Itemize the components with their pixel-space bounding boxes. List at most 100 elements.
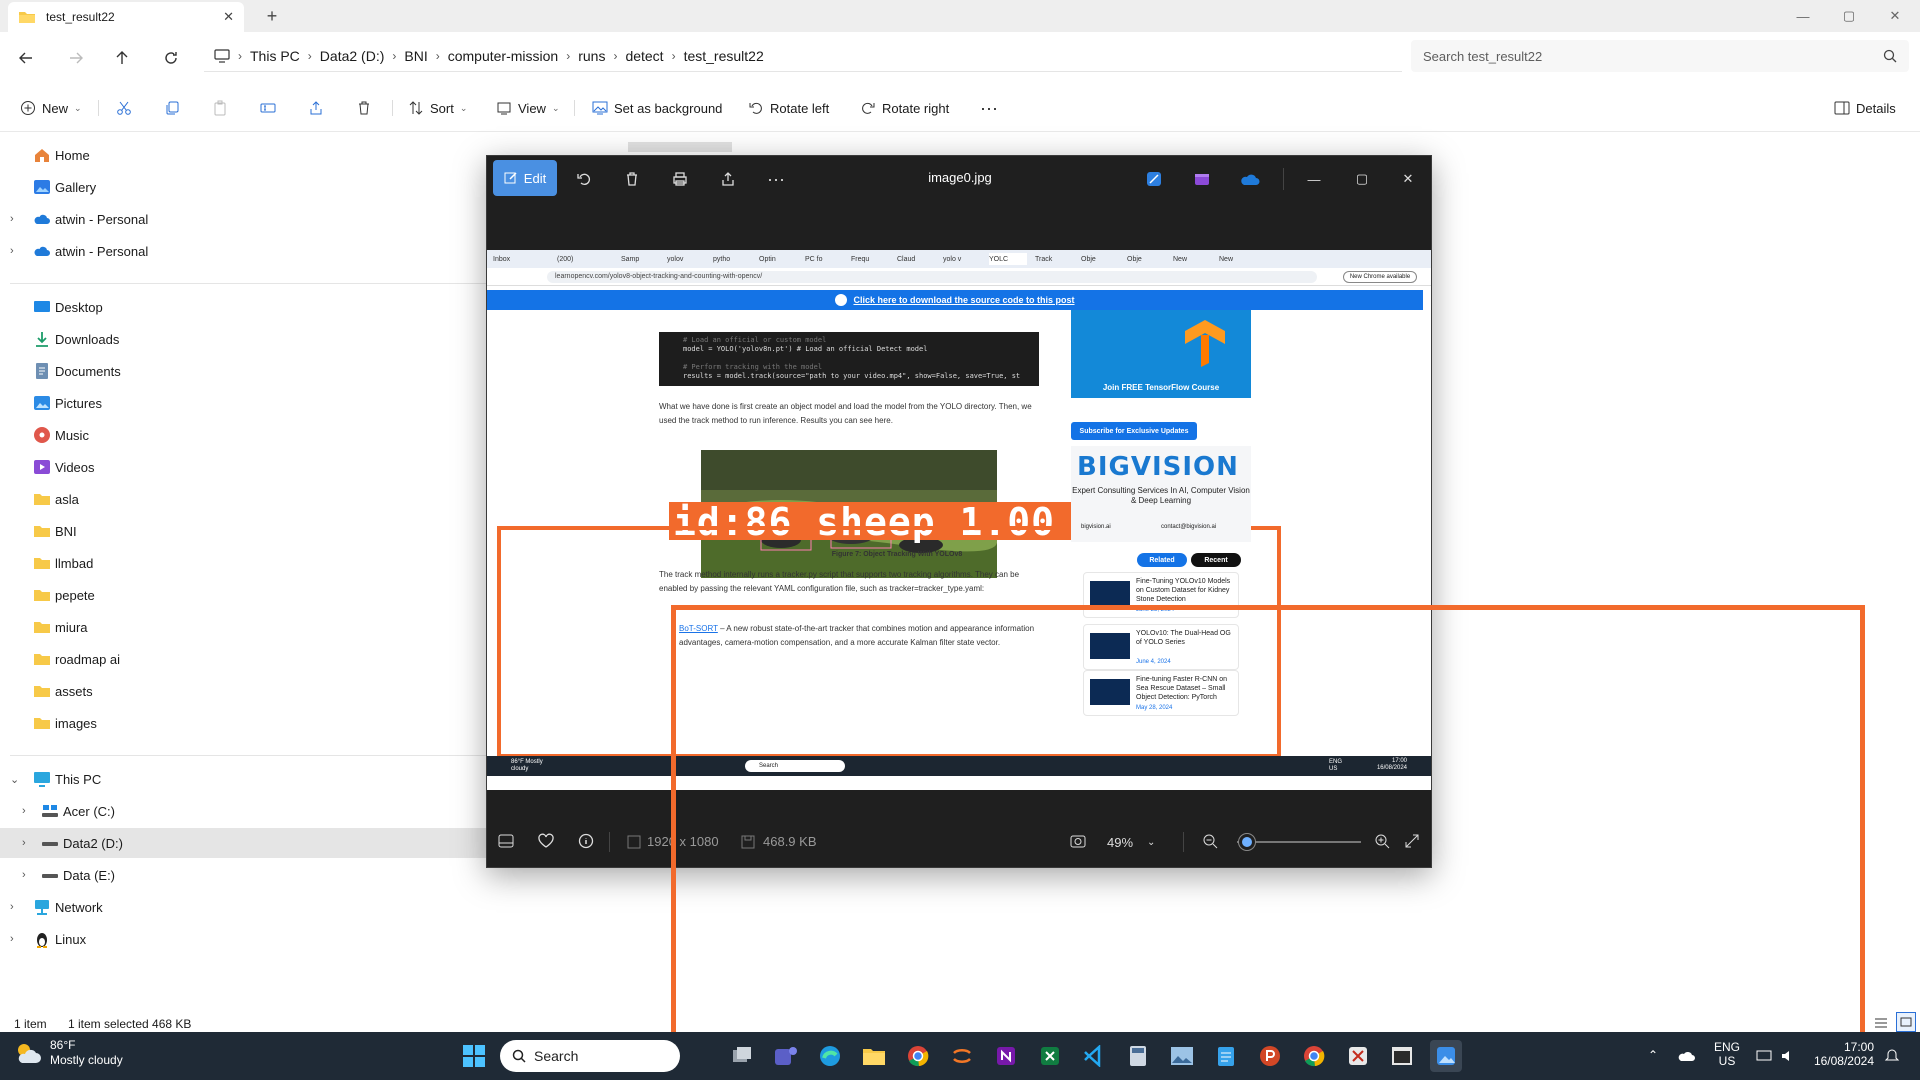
excel-button[interactable] bbox=[1034, 1040, 1066, 1072]
back-button[interactable] bbox=[12, 44, 40, 72]
minimize-button[interactable]: — bbox=[1780, 0, 1826, 32]
photo-viewer-button[interactable] bbox=[1166, 1040, 1198, 1072]
nav-item-gallery[interactable]: Gallery bbox=[0, 172, 498, 202]
new-button[interactable]: New ⌄ bbox=[20, 94, 82, 122]
breadcrumb-runs[interactable]: runs bbox=[578, 48, 605, 64]
nav-item-bni[interactable]: BNI bbox=[0, 516, 498, 546]
calculator-button[interactable] bbox=[1122, 1040, 1154, 1072]
designer-button[interactable] bbox=[1139, 164, 1169, 194]
details-button[interactable]: Details bbox=[1834, 94, 1896, 122]
vscode-button[interactable] bbox=[1078, 1040, 1110, 1072]
rename-button[interactable] bbox=[260, 94, 276, 122]
powerpoint-button[interactable] bbox=[1254, 1040, 1286, 1072]
nav-item-data-e[interactable]: › Data (E:) bbox=[0, 860, 498, 890]
jupyter-button[interactable] bbox=[946, 1040, 978, 1072]
info-button[interactable] bbox=[571, 826, 601, 856]
nav-item-pictures[interactable]: Pictures bbox=[0, 388, 498, 418]
weather-widget[interactable]: 86°F Mostly cloudy bbox=[14, 1038, 123, 1068]
clipchamp-button[interactable] bbox=[1187, 164, 1217, 194]
nav-item-home[interactable]: Home bbox=[0, 140, 498, 170]
breadcrumb-detect[interactable]: detect bbox=[625, 48, 663, 64]
nav-item-roadmap-ai[interactable]: roadmap ai bbox=[0, 644, 498, 674]
start-button[interactable] bbox=[458, 1040, 490, 1072]
nav-item-desktop[interactable]: Desktop bbox=[0, 292, 498, 322]
set-background-button[interactable]: Set as background bbox=[592, 94, 722, 122]
speaker-icon[interactable] bbox=[1780, 1048, 1796, 1064]
nav-item-documents[interactable]: Documents bbox=[0, 356, 498, 386]
rotate-right-button[interactable]: Rotate right bbox=[860, 94, 949, 122]
viewer-delete-button[interactable] bbox=[617, 164, 647, 194]
favorite-button[interactable] bbox=[531, 826, 561, 856]
notification-icon[interactable] bbox=[1884, 1048, 1900, 1064]
notepad-button[interactable] bbox=[1210, 1040, 1242, 1072]
nav-item-miura[interactable]: miura bbox=[0, 612, 498, 642]
search-input[interactable]: Search test_result22 bbox=[1411, 40, 1909, 72]
nav-item-images[interactable]: images bbox=[0, 708, 498, 738]
nav-item-llmbad[interactable]: llmbad bbox=[0, 548, 498, 578]
copy-button[interactable] bbox=[164, 94, 180, 122]
new-tab-button[interactable]: + bbox=[262, 6, 282, 26]
sort-button[interactable]: Sort ⌄ bbox=[408, 94, 467, 122]
chrome-button[interactable] bbox=[902, 1040, 934, 1072]
edge-button[interactable] bbox=[814, 1040, 846, 1072]
zoom-in-button[interactable] bbox=[1367, 826, 1397, 856]
filmstrip-button[interactable] bbox=[491, 826, 521, 856]
maximize-button[interactable]: ▢ bbox=[1826, 0, 1872, 32]
nav-item-videos[interactable]: Videos bbox=[0, 452, 498, 482]
nav-item-pepete[interactable]: pepete bbox=[0, 580, 498, 610]
nav-item-asla[interactable]: asla bbox=[0, 484, 498, 514]
snipping-tool-button[interactable] bbox=[1342, 1040, 1374, 1072]
breadcrumb-data2[interactable]: Data2 (D:) bbox=[320, 48, 385, 64]
onedrive-tray-icon[interactable] bbox=[1678, 1050, 1696, 1062]
forward-button[interactable] bbox=[62, 44, 90, 72]
zoom-out-button[interactable] bbox=[1195, 826, 1225, 856]
viewer-close-button[interactable]: ✕ bbox=[1393, 164, 1423, 194]
nav-item-acer-c[interactable]: › Acer (C:) bbox=[0, 796, 498, 826]
viewer-maximize-button[interactable]: ▢ bbox=[1347, 164, 1377, 194]
onenote-button[interactable] bbox=[990, 1040, 1022, 1072]
paste-button[interactable] bbox=[212, 94, 228, 122]
viewer-share-button[interactable] bbox=[713, 164, 743, 194]
breadcrumb-computer-mission[interactable]: computer-mission bbox=[448, 48, 558, 64]
nav-item-assets[interactable]: assets bbox=[0, 676, 498, 706]
terminal-button[interactable] bbox=[1386, 1040, 1418, 1072]
refresh-button[interactable] bbox=[157, 44, 185, 72]
teams-button[interactable] bbox=[770, 1040, 802, 1072]
tiles-view-icon[interactable] bbox=[1896, 1012, 1916, 1032]
close-tab-icon[interactable]: ✕ bbox=[223, 9, 234, 25]
nav-item-onedrive-2[interactable]: › atwin - Personal bbox=[0, 236, 498, 266]
breadcrumb[interactable]: › This PC › Data2 (D:) › BNI › computer-… bbox=[204, 40, 1402, 72]
tab-test-result22[interactable]: test_result22 ✕ bbox=[8, 2, 244, 32]
share-button[interactable] bbox=[308, 94, 324, 122]
nav-item-downloads[interactable]: Downloads bbox=[0, 324, 498, 354]
language-indicator[interactable]: ENG US bbox=[1714, 1040, 1740, 1068]
zoom-dropdown[interactable]: 49% ⌄ bbox=[1107, 828, 1171, 856]
cut-button[interactable] bbox=[116, 94, 132, 122]
photos-app-button[interactable] bbox=[1430, 1040, 1462, 1072]
zoom-slider-thumb[interactable] bbox=[1238, 834, 1255, 850]
nav-item-onedrive-1[interactable]: › atwin - Personal bbox=[0, 204, 498, 234]
display-icon[interactable] bbox=[1756, 1048, 1772, 1064]
viewer-image[interactable]: Inbox (200) Samp yolov pytho Optin PC fo… bbox=[487, 250, 1431, 790]
rotate-left-button[interactable]: Rotate left bbox=[748, 94, 829, 122]
file-explorer-button[interactable] bbox=[858, 1040, 890, 1072]
nav-item-network[interactable]: › Network bbox=[0, 892, 498, 922]
view-button[interactable]: View ⌄ bbox=[496, 94, 560, 122]
viewer-more-button[interactable]: ··· bbox=[761, 164, 791, 194]
close-button[interactable]: ✕ bbox=[1872, 0, 1918, 32]
edit-button[interactable]: Edit bbox=[493, 160, 557, 196]
zoom-slider[interactable] bbox=[1237, 841, 1361, 843]
breadcrumb-this-pc[interactable]: This PC bbox=[250, 48, 300, 64]
more-options-button[interactable]: ··· bbox=[980, 94, 998, 122]
chrome-profile-button[interactable] bbox=[1298, 1040, 1330, 1072]
tray-overflow-icon[interactable]: ⌃ bbox=[1648, 1048, 1658, 1062]
breadcrumb-bni[interactable]: BNI bbox=[404, 48, 427, 64]
nav-item-data2-d[interactable]: › Data2 (D:) bbox=[0, 828, 498, 858]
task-view-button[interactable] bbox=[726, 1040, 758, 1072]
onedrive-button[interactable] bbox=[1235, 164, 1265, 194]
up-button[interactable] bbox=[108, 44, 136, 72]
nav-item-linux[interactable]: › Linux bbox=[0, 924, 498, 954]
file-thumbnail[interactable] bbox=[628, 142, 732, 152]
list-view-icon[interactable] bbox=[1874, 1016, 1888, 1030]
delete-button[interactable] bbox=[356, 94, 372, 122]
